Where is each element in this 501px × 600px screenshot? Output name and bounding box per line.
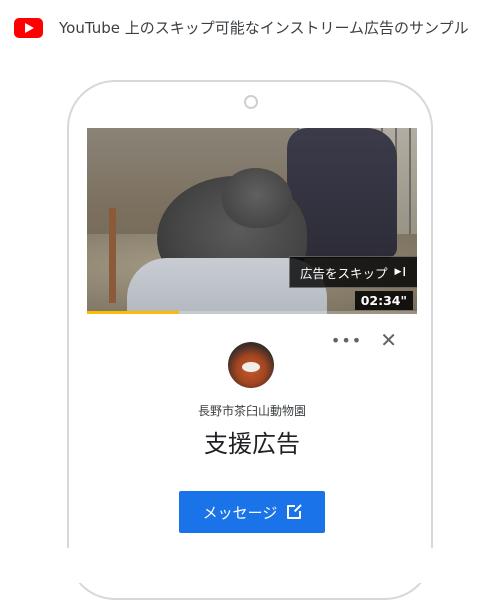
skip-ad-label: 広告をスキップ xyxy=(300,265,388,281)
channel-name: 長野市茶臼山動物園 xyxy=(197,404,306,418)
ad-preview: 広告をスキップ ▶❙ 02:34" ••• ✕ 長野市茶臼山動物園 支援広告 メ… xyxy=(87,128,417,558)
progress-bar-fill xyxy=(87,311,180,314)
message-button[interactable]: メッセージ xyxy=(179,491,325,533)
progress-bar[interactable] xyxy=(87,311,417,314)
skip-ad-button[interactable]: 広告をスキップ ▶❙ xyxy=(289,256,417,288)
phone-camera-icon xyxy=(244,95,258,109)
header: YouTube 上のスキップ可能なインストリーム広告のサンプル xyxy=(14,17,469,38)
video-wombat-head xyxy=(222,168,292,228)
page-title: YouTube 上のスキップ可能なインストリーム広告のサンプル xyxy=(59,19,469,37)
ad-title: 支援広告 xyxy=(204,430,300,458)
card-toolbar: ••• ✕ xyxy=(331,330,397,350)
video-stick xyxy=(109,208,116,303)
more-horiz-icon[interactable]: ••• xyxy=(331,331,362,350)
avatar[interactable] xyxy=(228,342,274,388)
youtube-logo-icon xyxy=(14,17,43,38)
time-remaining: 02:34" xyxy=(354,291,413,310)
message-button-label: メッセージ xyxy=(202,503,278,522)
skip-next-icon: ▶❙ xyxy=(394,267,409,277)
bottom-cutoff xyxy=(0,548,501,583)
close-icon[interactable]: ✕ xyxy=(380,330,397,350)
video-player[interactable]: 広告をスキップ ▶❙ 02:34" xyxy=(87,128,417,314)
open-in-new-icon xyxy=(287,503,304,519)
